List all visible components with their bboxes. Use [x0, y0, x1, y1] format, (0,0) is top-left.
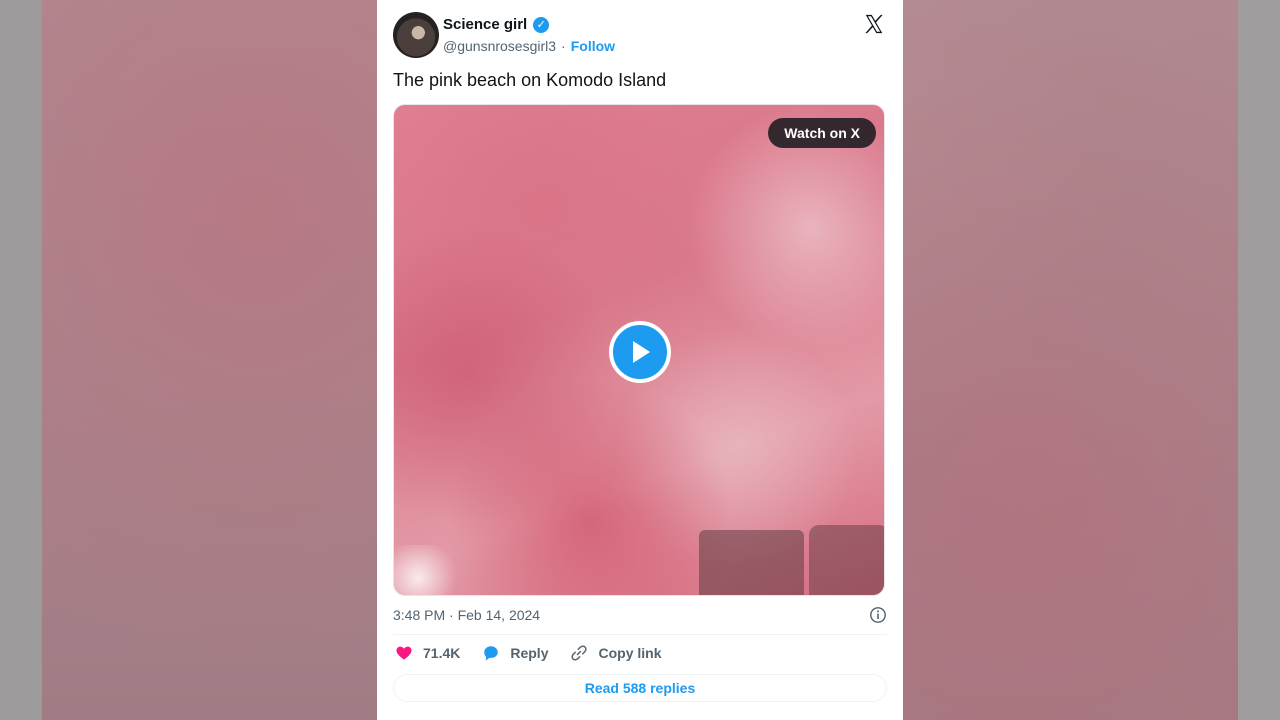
- tweet-text: The pink beach on Komodo Island: [393, 70, 667, 90]
- author-name[interactable]: Science girl: [443, 16, 527, 33]
- link-icon: [571, 645, 588, 661]
- divider: [393, 634, 887, 635]
- tweet-timestamp[interactable]: 3:48 PM · Feb 14, 2024: [393, 607, 540, 623]
- reply-label: Reply: [510, 645, 549, 661]
- sunlight-glare: [394, 545, 474, 595]
- author-handle[interactable]: @gunsnrosesgirl3: [443, 38, 556, 54]
- read-replies-button[interactable]: Read 588 replies: [393, 674, 887, 702]
- play-icon: [633, 341, 650, 363]
- reply-button[interactable]: Reply: [482, 644, 548, 662]
- person-shadow-right: [809, 525, 884, 595]
- right-letterbox: [1238, 0, 1280, 720]
- like-button[interactable]: 71.4K: [395, 644, 460, 662]
- x-logo-icon[interactable]: [863, 13, 885, 35]
- reply-bubble-icon: [484, 646, 499, 661]
- separator-dot: ·: [561, 38, 566, 54]
- verified-badge-icon: ✓: [533, 16, 550, 33]
- like-count: 71.4K: [423, 645, 461, 661]
- play-button[interactable]: [609, 321, 671, 383]
- heart-icon: [396, 646, 412, 660]
- avatar[interactable]: [393, 12, 439, 58]
- person-shadow-left: [699, 530, 804, 595]
- follow-link[interactable]: Follow: [571, 38, 615, 54]
- author-name-row: Science girl ✓: [443, 16, 550, 33]
- info-icon[interactable]: [869, 606, 887, 624]
- copy-link-label: Copy link: [598, 645, 662, 661]
- tweet-card: Science girl ✓ @gunsnrosesgirl3 · Follow…: [377, 0, 903, 720]
- left-letterbox: [0, 0, 42, 720]
- author-handle-row: @gunsnrosesgirl3 · Follow: [443, 38, 615, 54]
- copy-link-button[interactable]: Copy link: [570, 644, 662, 662]
- video-thumbnail[interactable]: Watch on X: [393, 104, 885, 596]
- tweet-meta-row: 3:48 PM · Feb 14, 2024: [393, 606, 887, 626]
- watch-on-x-button[interactable]: Watch on X: [768, 118, 876, 148]
- action-bar: 71.4K Reply Copy link: [395, 644, 662, 662]
